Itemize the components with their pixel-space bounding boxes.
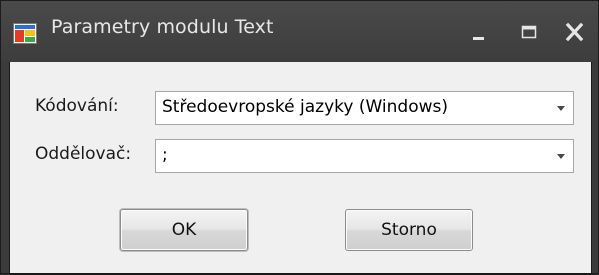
minimize-icon [473, 37, 484, 40]
encoding-select[interactable]: Středoevropské jazyky (Windows) [155, 91, 574, 125]
dialog-window: Parametry modulu Text Kódování: Středoev… [0, 0, 599, 275]
chevron-down-icon[interactable] [557, 154, 565, 159]
separator-value: ; [162, 145, 168, 165]
separator-select[interactable]: ; [155, 139, 574, 173]
ok-button[interactable]: OK [120, 209, 248, 251]
maximize-icon [521, 25, 537, 39]
dialog-content: Kódování: Středoevropské jazyky (Windows… [9, 62, 592, 274]
minimize-button[interactable] [460, 15, 496, 49]
close-icon [565, 22, 584, 42]
cancel-button[interactable]: Storno [345, 209, 473, 251]
separator-label: Oddělovač: [35, 144, 132, 164]
app-window-icon [13, 23, 37, 44]
close-button[interactable] [557, 15, 593, 49]
encoding-value: Středoevropské jazyky (Windows) [162, 97, 448, 117]
chevron-down-icon[interactable] [557, 106, 565, 111]
title-bar[interactable]: Parametry modulu Text [1, 1, 598, 61]
maximize-button[interactable] [511, 15, 547, 49]
window-title: Parametry modulu Text [51, 16, 274, 38]
encoding-label: Kódování: [35, 96, 119, 116]
